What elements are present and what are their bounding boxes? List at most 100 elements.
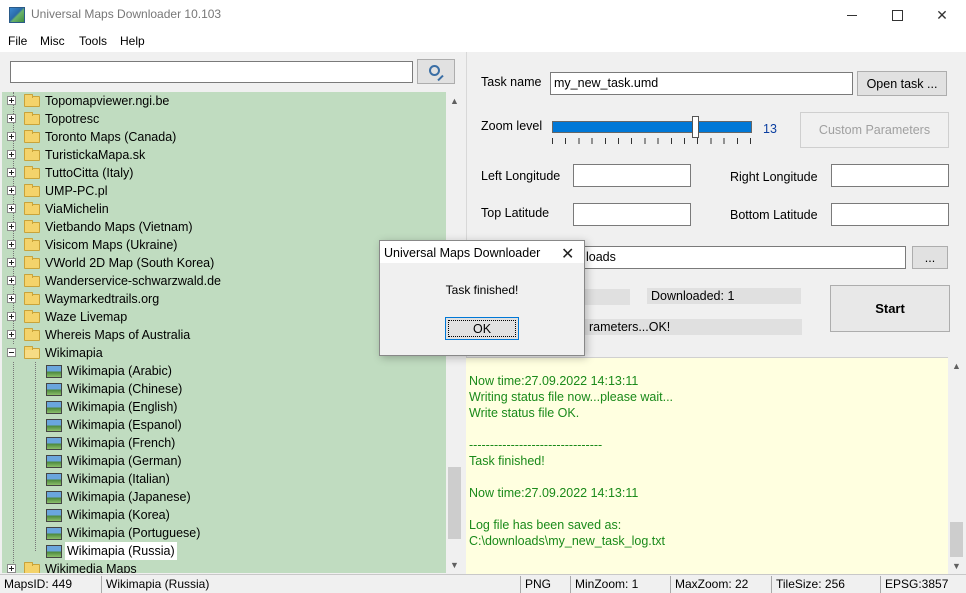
task-name-label: Task name: [481, 75, 542, 89]
search-input[interactable]: [10, 61, 413, 83]
tree-item-label: Wikimapia: [45, 346, 103, 360]
task-name-input[interactable]: my_new_task.umd: [550, 72, 853, 95]
tree-map-item[interactable]: Wikimapia (Korea): [2, 506, 446, 524]
folder-icon: [24, 292, 40, 305]
open-task-button[interactable]: Open task ...: [857, 71, 947, 96]
tree-map-item[interactable]: Wikimapia (Japanese): [2, 488, 446, 506]
bottom-latitude-label: Bottom Latitude: [730, 208, 818, 222]
scroll-up-arrow-icon[interactable]: ▲: [446, 92, 463, 109]
tree-item-label: Wikimapia (French): [67, 436, 176, 450]
folder-icon: [24, 328, 40, 341]
save-path-input[interactable]: loads: [574, 246, 906, 269]
log-scroll-thumb[interactable]: [950, 522, 963, 557]
tree-folder-item[interactable]: TuttoCitta (Italy): [2, 164, 446, 182]
expand-icon[interactable]: [7, 204, 16, 213]
folder-icon: [24, 184, 40, 197]
collapse-icon[interactable]: [7, 348, 16, 357]
bottom-latitude-input[interactable]: [831, 203, 949, 226]
tree-item-label: TuttoCitta (Italy): [45, 166, 134, 180]
right-longitude-input[interactable]: [831, 164, 949, 187]
folder-icon: [24, 112, 40, 125]
scroll-up-arrow-icon[interactable]: ▲: [948, 357, 965, 374]
menu-misc[interactable]: Misc: [40, 34, 65, 48]
tree-map-item[interactable]: Wikimapia (Arabic): [2, 362, 446, 380]
tree-folder-item[interactable]: Vietbando Maps (Vietnam): [2, 218, 446, 236]
expand-icon[interactable]: [7, 258, 16, 267]
expand-icon[interactable]: [7, 330, 16, 339]
custom-parameters-button[interactable]: Custom Parameters: [800, 112, 949, 148]
status-map-name: Wikimapia (Russia): [102, 576, 521, 593]
map-icon: [46, 437, 62, 450]
expand-icon[interactable]: [7, 276, 16, 285]
scroll-down-arrow-icon[interactable]: ▼: [948, 557, 965, 574]
log-line: Now time:27.09.2022 14:13:11: [469, 374, 639, 388]
scroll-thumb[interactable]: [448, 467, 461, 539]
browse-path-button[interactable]: ...: [912, 246, 948, 269]
log-scrollbar[interactable]: ▲ ▼: [948, 357, 965, 574]
tree-item-label: Topotresc: [45, 112, 100, 126]
expand-icon[interactable]: [7, 312, 16, 321]
tree-map-item[interactable]: Wikimapia (Espanol): [2, 416, 446, 434]
left-longitude-input[interactable]: [573, 164, 691, 187]
maximize-button[interactable]: [874, 0, 920, 30]
tree-folder-item[interactable]: ViaMichelin: [2, 200, 446, 218]
menu-bar: File Misc Tools Help: [0, 30, 966, 52]
expand-icon[interactable]: [7, 132, 16, 141]
title-bar: Universal Maps Downloader 10.103 ✕: [0, 0, 966, 30]
minimize-button[interactable]: [829, 0, 875, 30]
expand-icon[interactable]: [7, 150, 16, 159]
tree-item-label: Visicom Maps (Ukraine): [45, 238, 178, 252]
expand-icon[interactable]: [7, 564, 16, 573]
tree-item-label: UMP-PC.pl: [45, 184, 108, 198]
log-output: Now time:27.09.2022 14:13:11 Writing stat…: [466, 357, 948, 574]
expand-icon[interactable]: [7, 96, 16, 105]
dialog-ok-button[interactable]: OK: [445, 317, 519, 340]
downloaded-count: Downloaded: 1: [647, 288, 801, 304]
expand-icon[interactable]: [7, 168, 16, 177]
status-maps-id: MapsID: 449: [0, 576, 102, 593]
log-line: Write status file OK.: [469, 406, 580, 420]
search-button[interactable]: [417, 59, 455, 84]
close-window-button[interactable]: ✕: [919, 0, 965, 30]
folder-icon: [24, 166, 40, 179]
tree-item-label: TuristickaMapa.sk: [45, 148, 146, 162]
map-icon: [46, 473, 62, 486]
tree-item-label: Wanderservice-schwarzwald.de: [45, 274, 221, 288]
tree-map-item[interactable]: Wikimapia (Italian): [2, 470, 446, 488]
tree-item-label: VWorld 2D Map (South Korea): [45, 256, 215, 270]
tree-folder-item[interactable]: Topotresc: [2, 110, 446, 128]
dialog-close-icon[interactable]: ✕: [561, 244, 574, 264]
map-icon: [46, 527, 62, 540]
expand-icon[interactable]: [7, 186, 16, 195]
menu-tools[interactable]: Tools: [79, 34, 107, 48]
tree-folder-item[interactable]: TuristickaMapa.sk: [2, 146, 446, 164]
task-finished-dialog: Universal Maps Downloader ✕ Task finishe…: [379, 240, 585, 356]
tree-folder-item[interactable]: UMP-PC.pl: [2, 182, 446, 200]
expand-icon[interactable]: [7, 114, 16, 123]
tree-item-label: Wikimapia (Russia): [65, 542, 177, 560]
zoom-slider-thumb[interactable]: [692, 116, 699, 138]
menu-help[interactable]: Help: [120, 34, 145, 48]
expand-icon[interactable]: [7, 240, 16, 249]
scroll-down-arrow-icon[interactable]: ▼: [446, 556, 463, 573]
top-latitude-input[interactable]: [573, 203, 691, 226]
tree-map-item[interactable]: Wikimapia (English): [2, 398, 446, 416]
tree-item-label: Wikimapia (Italian): [67, 472, 170, 486]
tree-map-item[interactable]: Wikimapia (Russia): [2, 542, 446, 560]
expand-icon[interactable]: [7, 294, 16, 303]
tree-map-item[interactable]: Wikimapia (French): [2, 434, 446, 452]
menu-file[interactable]: File: [8, 34, 27, 48]
tree-item-label: Wikimapia (Japanese): [67, 490, 191, 504]
tree-folder-item[interactable]: Wikimedia Maps: [2, 560, 446, 573]
folder-icon: [24, 202, 40, 215]
tree-map-item[interactable]: Wikimapia (German): [2, 452, 446, 470]
tree-map-item[interactable]: Wikimapia (Portuguese): [2, 524, 446, 542]
start-button[interactable]: Start: [830, 285, 950, 332]
tree-folder-item[interactable]: Toronto Maps (Canada): [2, 128, 446, 146]
expand-icon[interactable]: [7, 222, 16, 231]
tree-folder-item[interactable]: Topomapviewer.ngi.be: [2, 92, 446, 110]
tree-map-item[interactable]: Wikimapia (Chinese): [2, 380, 446, 398]
zoom-slider-track[interactable]: [552, 121, 752, 133]
dialog-title: Universal Maps Downloader: [384, 246, 541, 260]
folder-icon: [24, 148, 40, 161]
